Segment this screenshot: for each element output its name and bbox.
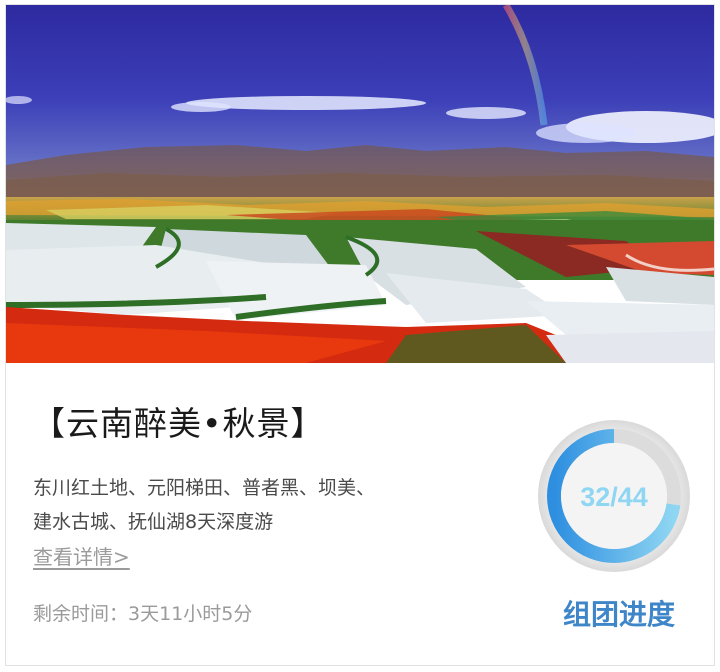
- group-progress-label: 组团进度: [562, 598, 675, 631]
- view-details-link[interactable]: 查看详情>: [33, 541, 130, 570]
- remaining-time-label: 剩余时间：: [33, 603, 129, 625]
- remaining-time-value: 3天11小时5分: [128, 603, 253, 625]
- tour-description: 东川红土地、元阳梯田、普者黑、坝美、 建水古城、抚仙湖8天深度游: [33, 471, 463, 539]
- hero-landscape-image: [6, 5, 714, 363]
- tour-title: 【云南醉美•秋景】: [32, 404, 325, 443]
- progress-count: 32/44: [580, 482, 648, 512]
- tour-description-line: 东川红土地、元阳梯田、普者黑、坝美、: [33, 477, 376, 499]
- tour-description-line: 建水古城、抚仙湖8天深度游: [33, 511, 274, 533]
- remaining-time: 剩余时间：3天11小时5分: [33, 599, 252, 626]
- group-progress-gauge: 32/44: [538, 420, 690, 572]
- tour-card[interactable]: 【云南醉美•秋景】 东川红土地、元阳梯田、普者黑、坝美、 建水古城、抚仙湖8天深…: [5, 4, 715, 666]
